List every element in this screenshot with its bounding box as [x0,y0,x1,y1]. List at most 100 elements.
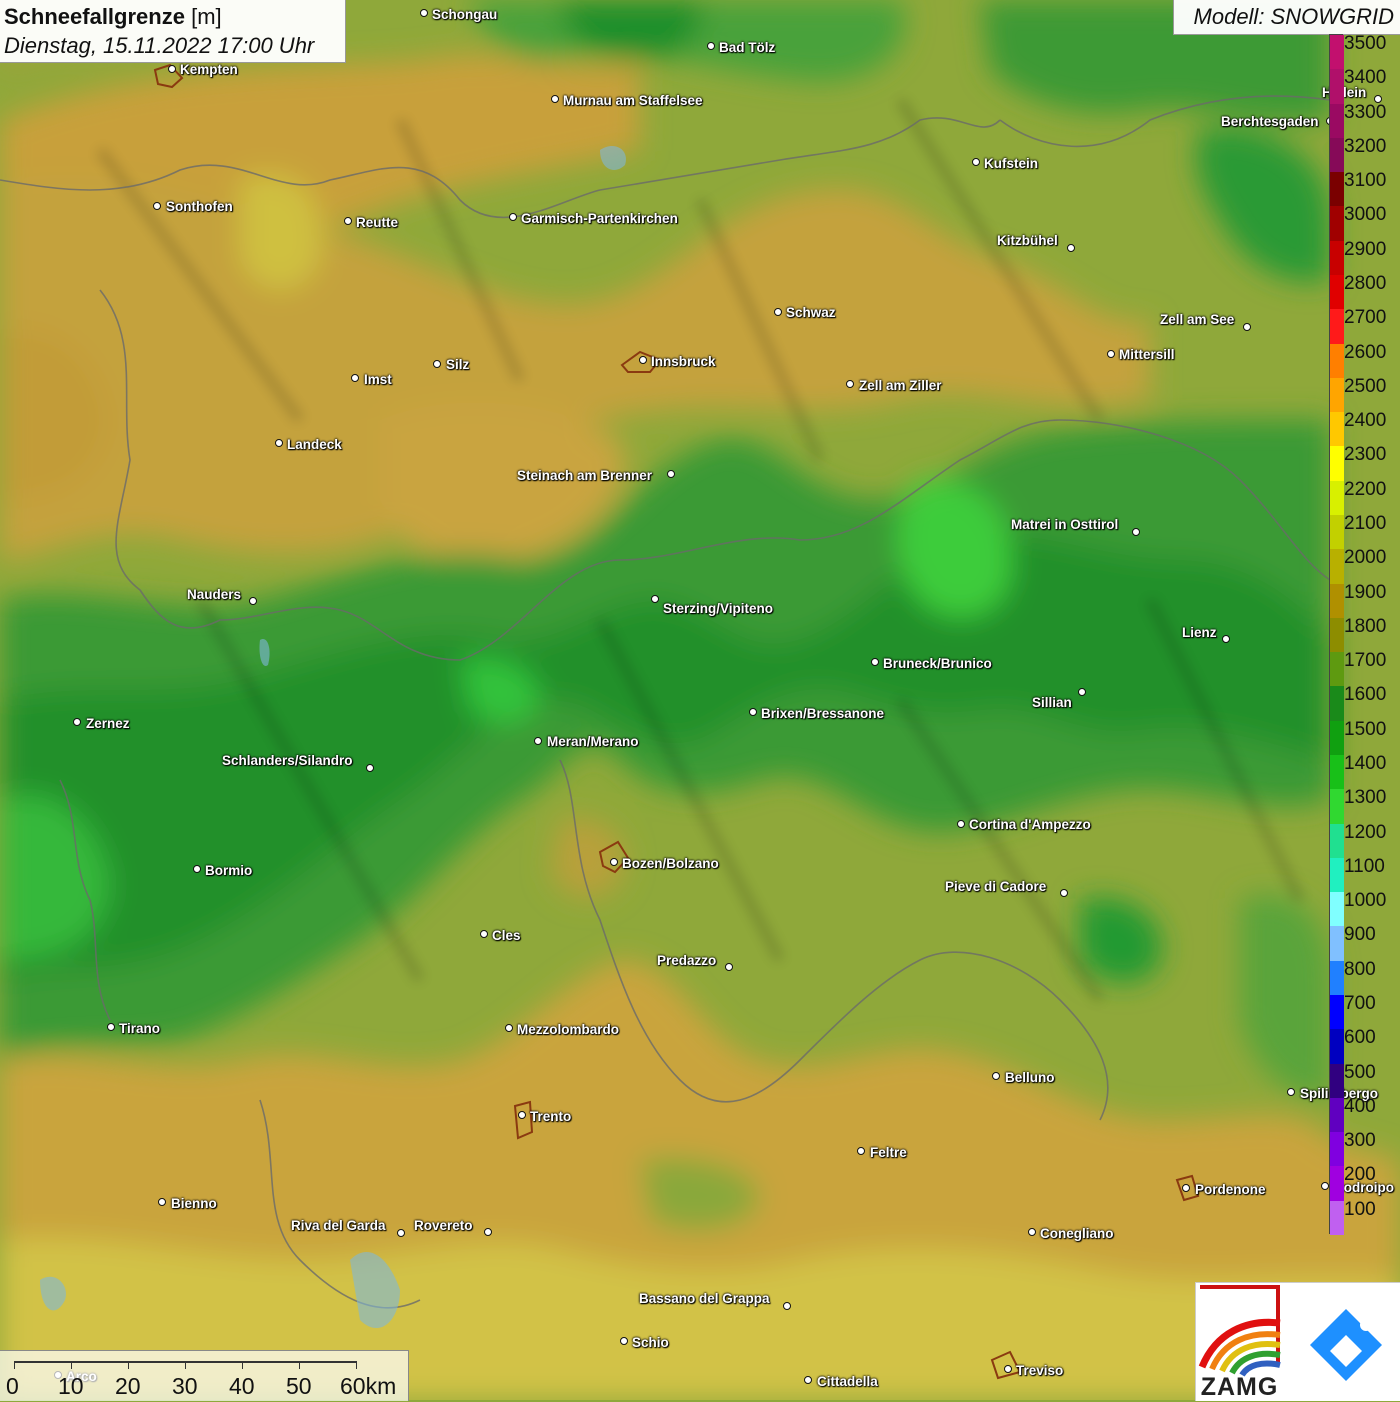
legend-swatch [1330,960,1344,996]
legend-label: 400 [1344,1095,1376,1117]
city-marker [249,597,257,605]
legend-swatch [1330,755,1344,790]
legend-label: 2400 [1344,410,1387,432]
legend-label: 2700 [1344,307,1387,329]
legend-bar [1329,34,1344,1236]
legend-label: 3100 [1344,170,1387,192]
model-box: Modell: SNOWGRID [1173,0,1400,35]
city-label: Pordenone [1195,1182,1266,1197]
legend-swatch [1330,892,1344,927]
city-marker [774,308,782,316]
legend-label: 1500 [1344,718,1387,740]
city-marker [651,595,659,603]
city-label: Cles [492,928,521,943]
city-label: Zell am Ziller [859,378,942,393]
city-marker [1132,528,1140,536]
legend-swatch [1330,343,1344,379]
legend-swatch [1330,652,1344,687]
city-marker [639,356,647,364]
city-label: Berchtesgaden [1221,114,1319,129]
legend-label: 2200 [1344,478,1387,500]
legend-swatch [1330,275,1344,310]
legend-label: 200 [1344,1164,1376,1186]
scale-bar: 0 10 20 30 40 50 60km [0,1350,409,1401]
city-label: Zell am See [1160,312,1235,327]
legend-swatch [1330,412,1344,447]
city-label: Nauders [187,587,242,602]
city-marker [73,718,81,726]
legend-swatch [1330,789,1344,825]
legend-label: 100 [1344,1198,1376,1220]
legend-label: 1300 [1344,787,1387,809]
legend-swatch [1330,1200,1344,1236]
legend-label: 1700 [1344,650,1387,672]
city-marker [193,865,201,873]
city-label: Pieve di Cadore [945,879,1047,894]
legend-label: 1200 [1344,821,1387,843]
legend-swatch [1330,480,1344,516]
legend-swatch [1330,857,1344,893]
legend-swatch [1330,549,1344,585]
city-marker [484,1228,492,1236]
city-label: Feltre [870,1145,907,1160]
legend-label: 1000 [1344,890,1387,912]
city-marker [505,1024,513,1032]
zamg-rainbow-logo [1198,1285,1281,1377]
city-marker [168,65,176,73]
legend-swatch [1330,309,1344,345]
city-marker [480,930,488,938]
legend-swatch [1330,35,1344,70]
city-label: Bassano del Grappa [639,1291,770,1306]
legend-swatch [1330,446,1344,482]
city-label: Silz [446,357,470,372]
scale-label: 20 [115,1373,141,1399]
city-marker [1321,1182,1329,1190]
legend-swatch [1330,1166,1344,1202]
city-marker [804,1376,812,1384]
city-label: Schlanders/Silandro [222,753,353,768]
city-label: Zernez [86,716,130,731]
city-label: Garmisch-Partenkirchen [521,211,678,226]
city-marker [275,439,283,447]
legend-label: 500 [1344,1061,1376,1083]
city-marker [397,1229,405,1237]
scale-tick [242,1361,243,1369]
legend-label: 1800 [1344,615,1387,637]
city-marker [153,202,161,210]
city-label: Belluno [1005,1070,1055,1085]
legend-swatch [1330,137,1344,173]
legend-label: 2100 [1344,513,1387,534]
legend-label: 2900 [1344,238,1387,260]
city-label: Kufstein [984,156,1038,171]
city-marker [725,963,733,971]
city-label: Sterzing/Vipiteno [663,601,774,616]
legend-label: 700 [1344,993,1376,1014]
city-marker [992,1072,1000,1080]
legend-label: 600 [1344,1027,1376,1049]
legend-swatch [1330,69,1344,105]
legend-swatch [1330,1132,1344,1167]
city-label: Sillian [1032,695,1072,710]
legend-swatch [1330,583,1344,619]
city-marker [857,1147,865,1155]
city-label: Bormio [205,863,253,878]
legend-label: 1600 [1344,684,1387,706]
city-marker [846,380,854,388]
legend-label: 3500 [1344,33,1387,54]
city-marker [972,158,980,166]
legend-label: 3200 [1344,135,1387,157]
scale-tick [14,1361,15,1369]
scale-label: 30 [172,1373,198,1399]
city-marker [749,708,757,716]
city-marker [1028,1228,1036,1236]
legend-label: 1400 [1344,753,1387,774]
legend-swatch [1330,823,1344,859]
city-marker [1287,1088,1295,1096]
legend-swatch [1330,995,1344,1030]
city-marker [620,1337,628,1345]
title-name: Schneefallgrenze [4,4,185,29]
legend-swatch [1330,1029,1344,1065]
city-marker [1060,889,1068,897]
city-marker [610,858,618,866]
city-label: Innsbruck [651,354,716,369]
